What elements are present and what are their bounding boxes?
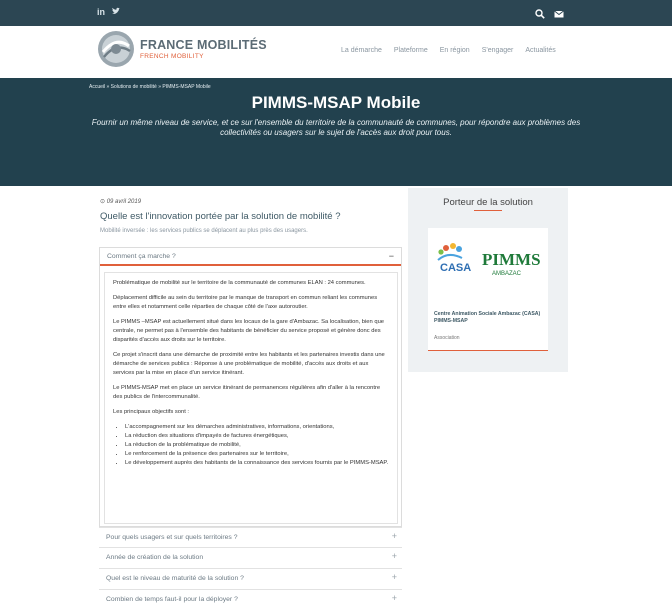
casa-pimms-logo: CASA PIMMS AMBAZAC (428, 238, 548, 288)
accordion-title: Année de création de la solution (106, 554, 204, 561)
list-item: Le développement auprès des habitants de… (125, 459, 389, 468)
porteur-panel: Porteur de la solution CASA PIMMS AMBAZA… (408, 188, 568, 372)
page-description: Fournir un même niveau de service, et ce… (91, 118, 581, 138)
innovation-question: Quelle est l'innovation portée par la so… (100, 211, 341, 222)
list-item: La réduction des situations d'impayés de… (125, 432, 389, 441)
list-item: L'accompagnement sur les démarches admin… (125, 423, 389, 432)
accordion-maturite[interactable]: Quel est le niveau de maturité de la sol… (99, 568, 402, 588)
expand-icon[interactable]: + (392, 531, 397, 541)
accordion-annee-creation[interactable]: Année de création de la solution + (99, 547, 402, 567)
paragraph: Le PIMMS –MSAP est actuellement situé da… (113, 318, 385, 343)
main-content: ⊙ 09 avril 2019 Quelle est l'innovation … (0, 186, 672, 605)
paragraph: Déplacement difficile au sein du territo… (113, 294, 378, 310)
brand-subtitle: FRENCH MOBILITY (140, 53, 204, 60)
expand-icon[interactable]: + (392, 593, 397, 603)
hero-banner: Accueil » Solutions de mobilité » PIMMS-… (0, 78, 672, 186)
porteur-title: Porteur de la solution (443, 197, 533, 208)
main-nav: La démarche Plateforme En région S'engag… (341, 47, 556, 54)
list-item: Le renforcement de la présence des parte… (125, 450, 389, 459)
france-mobilites-logo[interactable] (97, 30, 135, 68)
ambazac-logo-text: AMBAZAC (492, 271, 522, 277)
search-icon[interactable] (535, 6, 545, 19)
nav-en-region[interactable]: En région (440, 47, 470, 54)
objectives-list: L'accompagnement sur les démarches admin… (125, 423, 389, 468)
nav-actualites[interactable]: Actualités (525, 47, 555, 54)
nav-plateforme[interactable]: Plateforme (394, 47, 428, 54)
nav-sengager[interactable]: S'engager (482, 47, 514, 54)
porteur-type: Association (434, 335, 460, 341)
publish-date: ⊙ 09 avril 2019 (100, 198, 141, 205)
paragraph: Les principaux objectifs sont : (113, 408, 190, 415)
site-header: FRANCE MOBILITÉS FRENCH MOBILITY La déma… (0, 26, 672, 78)
accordion-usagers[interactable]: Pour quels usagers et sur quels territoi… (99, 527, 402, 547)
brand: FRANCE MOBILITÉS FRENCH MOBILITY (140, 38, 267, 60)
page-title: PIMMS-MSAP Mobile (251, 93, 421, 112)
paragraph: Le PIMMS-MSAP met en place un service it… (113, 384, 381, 400)
accordion-title: Combien de temps faut-il pour la déploye… (106, 596, 238, 603)
accordion-body: Problématique de mobilité sur le territo… (104, 272, 398, 524)
porteur-card[interactable]: CASA PIMMS AMBAZAC Centre Animation Soci… (428, 228, 548, 351)
innovation-answer: Mobilité inversée : les services publics… (100, 228, 308, 234)
brand-name: FRANCE MOBILITÉS (140, 38, 267, 52)
linkedin-icon[interactable]: in (97, 7, 105, 18)
clock-icon: ⊙ (100, 199, 106, 205)
porteur-name: Centre Animation Sociale Ambazac (CASA) … (434, 311, 541, 325)
title-underline (474, 210, 502, 211)
casa-logo-text: CASA (440, 262, 471, 274)
mail-icon[interactable] (554, 6, 564, 18)
accordion-header[interactable]: Comment ça marche ? − (100, 248, 401, 266)
twitter-icon[interactable] (111, 7, 120, 18)
paragraph: Ce projet s'inscrit dans une démarche de… (113, 351, 385, 376)
accordion-title: Quel est le niveau de maturité de la sol… (106, 575, 244, 582)
expand-icon[interactable]: + (392, 551, 397, 561)
publish-date-text: 09 avril 2019 (106, 199, 142, 205)
accordion-comment-ca-marche: Comment ça marche ? − Problématique de m… (99, 247, 402, 527)
pimms-logo-text: PIMMS (482, 250, 541, 269)
breadcrumb[interactable]: Accueil » Solutions de mobilité » PIMMS-… (89, 84, 211, 90)
list-item: La réduction de la problématique de mobi… (125, 441, 389, 450)
top-tools (535, 6, 564, 19)
collapse-icon[interactable]: − (389, 251, 394, 261)
nav-la-demarche[interactable]: La démarche (341, 47, 382, 54)
top-bar: in (0, 0, 672, 26)
social-links: in (97, 7, 120, 18)
expand-icon[interactable]: + (392, 572, 397, 582)
accordion-title: Pour quels usagers et sur quels territoi… (106, 534, 238, 541)
paragraph: Problématique de mobilité sur le territo… (113, 280, 366, 286)
accordion-title: Comment ça marche ? (107, 253, 176, 260)
accordion-deploiement[interactable]: Combien de temps faut-il pour la déploye… (99, 589, 402, 605)
